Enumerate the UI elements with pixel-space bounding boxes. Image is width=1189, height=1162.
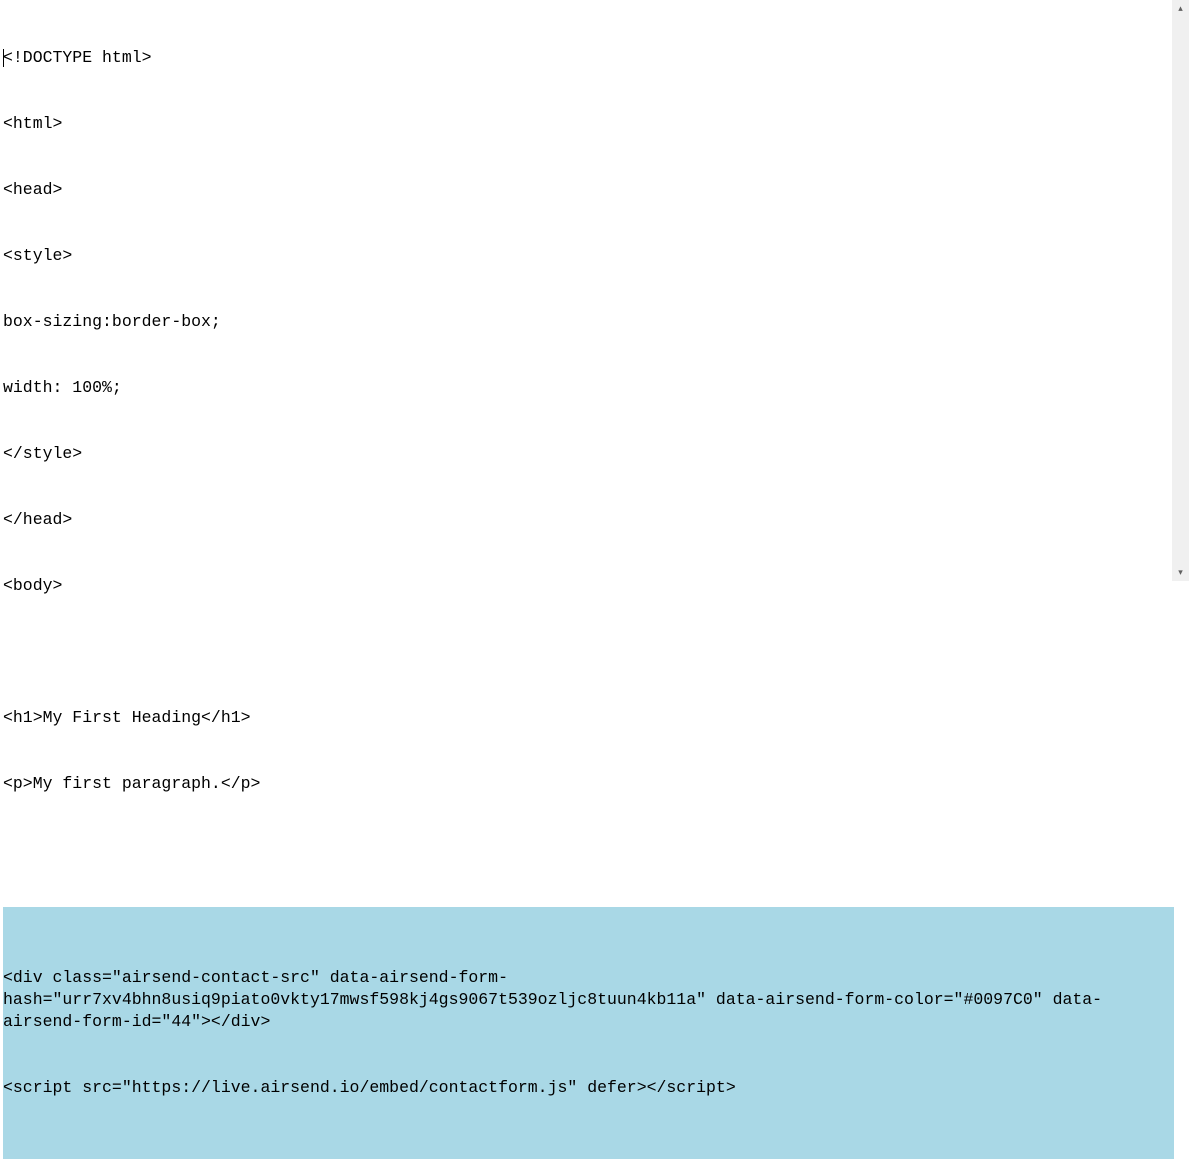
code-line <box>3 641 1174 663</box>
code-line: <html> <box>3 113 1174 135</box>
code-line: <div class="airsend-contact-src" data-ai… <box>3 967 1174 1033</box>
code-line: <head> <box>3 179 1174 201</box>
code-line: <body> <box>3 575 1174 597</box>
vertical-scrollbar[interactable] <box>1172 0 1189 581</box>
code-line: </style> <box>3 443 1174 465</box>
code-line: width: 100%; <box>3 377 1174 399</box>
code-line: <style> <box>3 245 1174 267</box>
code-line: <h1>My First Heading</h1> <box>3 707 1174 729</box>
code-text: <!DOCTYPE html> <box>3 48 152 67</box>
code-line: </head> <box>3 509 1174 531</box>
code-line <box>3 839 1174 861</box>
code-editor[interactable]: <!DOCTYPE html> <html> <head> <style> bo… <box>3 3 1174 578</box>
code-line: <script src="https://live.airsend.io/emb… <box>3 1077 1174 1099</box>
scrollbar-arrow-up-icon[interactable]: ▴ <box>1172 0 1189 17</box>
code-line: box-sizing:border-box; <box>3 311 1174 333</box>
code-line: <p>My first paragraph.</p> <box>3 773 1174 795</box>
scrollbar-arrow-down-icon[interactable]: ▾ <box>1172 564 1189 581</box>
code-line: <!DOCTYPE html> <box>3 47 1174 69</box>
selection-highlight: <div class="airsend-contact-src" data-ai… <box>3 907 1174 1159</box>
